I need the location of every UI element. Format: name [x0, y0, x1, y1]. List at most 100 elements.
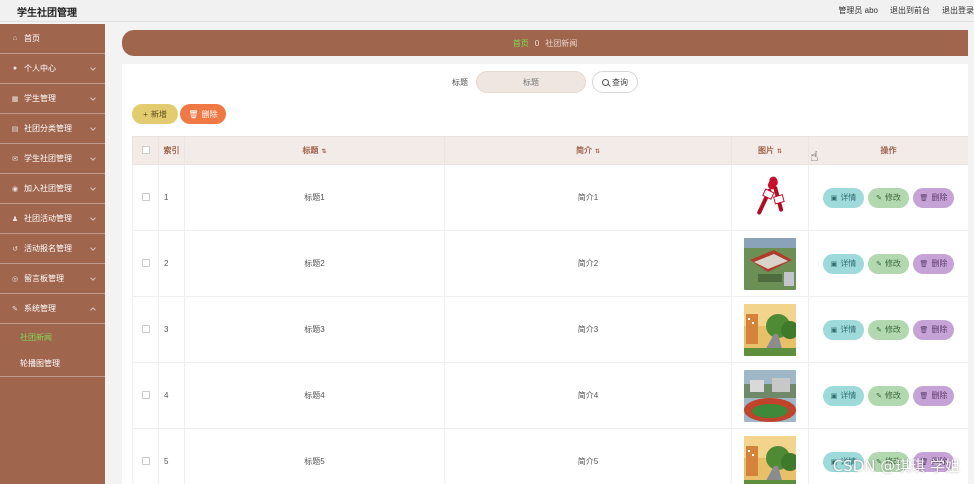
- sidebar-item-label: 社团活动管理: [24, 214, 72, 223]
- edit-icon: ✎: [876, 194, 882, 202]
- delete-button[interactable]: 🗑 删除: [913, 253, 954, 274]
- row-checkbox[interactable]: [141, 456, 150, 465]
- row-ops: ▣ 详情 ✎ 修改 🗑 删除: [808, 296, 968, 363]
- data-table: 索引 标题 ⇅ 简介 ⇅ 图片 ⇅ 操作 1 标题1 简介1 ▣ 详情 ✎ 修改 🗑 删除 2 标题2 简介…: [132, 136, 968, 484]
- edit-button[interactable]: ✎ 修改: [868, 253, 909, 274]
- chevron-down-icon: [90, 155, 96, 161]
- detail-button[interactable]: ▣ 详情: [823, 187, 864, 208]
- row-checkbox[interactable]: [141, 192, 150, 201]
- delete-button[interactable]: 🗑 删除: [913, 187, 954, 208]
- row-ops: ▣ 详情 ✎ 修改 🗑 删除: [808, 230, 968, 297]
- sidebar-item-message-board[interactable]: ◎ 留言板管理: [0, 264, 105, 294]
- edit-icon: ✎: [876, 260, 882, 268]
- row-title: 标题2: [184, 230, 445, 297]
- sidebar-item-label: 学生管理: [24, 94, 56, 103]
- sidebar-item-label: 社团分类管理: [24, 124, 72, 133]
- chevron-down-icon: [90, 245, 96, 251]
- row-intro: 简介2: [444, 230, 732, 297]
- search-button[interactable]: 查询: [592, 71, 638, 93]
- chevron-down-icon: [90, 185, 96, 191]
- sidebar-item-label: 学生社团管理: [24, 154, 72, 163]
- breadcrumb-current: 社团新闻: [545, 38, 578, 48]
- search-input[interactable]: [476, 71, 586, 93]
- header-image[interactable]: 图片 ⇅: [731, 136, 809, 165]
- chevron-up-icon: [90, 307, 96, 313]
- row-ops: ▣ 详情 ✎ 修改 🗑 删除: [808, 164, 968, 231]
- delete-button[interactable]: 🗑 删除: [913, 319, 954, 340]
- edit-button[interactable]: ✎ 修改: [868, 385, 909, 406]
- thumbnail-image: [744, 237, 796, 290]
- sidebar-subitem-carousel[interactable]: 轮播图管理: [0, 350, 105, 376]
- row-image: [731, 296, 809, 363]
- detail-icon: ▣: [830, 260, 838, 268]
- edit-icon: ✎: [876, 392, 882, 400]
- row-checkbox-cell: [132, 164, 159, 231]
- sidebar-item-join-club[interactable]: ◉ 加入社团管理: [0, 174, 105, 204]
- system-submenu: 社团新闻 轮播图管理: [0, 324, 105, 377]
- sidebar-item-student-clubs[interactable]: ✉ 学生社团管理: [0, 144, 105, 174]
- table-header-row: 索引 标题 ⇅ 简介 ⇅ 图片 ⇅ 操作: [132, 136, 968, 165]
- add-button[interactable]: + 新增: [132, 104, 178, 124]
- admin-label: 管理员 abo: [838, 6, 878, 15]
- sidebar-item-profile[interactable]: ● 个人中心: [0, 54, 105, 84]
- batch-delete-button[interactable]: 🗑 删除: [180, 104, 226, 124]
- back-to-front-link[interactable]: 退出到前台: [890, 5, 930, 16]
- user-icon: ●: [12, 65, 18, 72]
- sidebar-item-home[interactable]: ⌂ 首页: [0, 24, 105, 54]
- sidebar-item-activity-signup[interactable]: ↺ 活动报名管理: [0, 234, 105, 264]
- edit-button[interactable]: ✎ 修改: [868, 187, 909, 208]
- sidebar-subitem-club-news[interactable]: 社团新闻: [0, 324, 105, 350]
- message-icon: ◎: [11, 275, 19, 283]
- detail-button[interactable]: ▣ 详情: [823, 319, 864, 340]
- delete-button[interactable]: 🗑 删除: [913, 385, 954, 406]
- detail-icon: ▣: [830, 194, 838, 202]
- chevron-down-icon: [90, 65, 96, 71]
- main-area: 首页 0 社团新闻 标题 查询 + 新增 🗑 删除: [122, 30, 968, 484]
- header-intro[interactable]: 简介 ⇅: [444, 136, 732, 165]
- table-row: 3 标题3 简介3 ▣ 详情 ✎ 修改 🗑 删除: [132, 296, 968, 363]
- row-index: 5: [158, 428, 185, 484]
- row-image: [731, 362, 809, 429]
- trash-icon: 🗑: [188, 109, 199, 119]
- batch-delete-label: 删除: [201, 109, 218, 119]
- row-index: 1: [158, 164, 185, 231]
- trash-icon: 🗑: [919, 392, 929, 400]
- row-checkbox-cell: [132, 230, 159, 297]
- breadcrumb-home[interactable]: 首页: [513, 38, 529, 49]
- search-button-label: 查询: [612, 77, 628, 87]
- sidebar-item-club-category[interactable]: ▤ 社团分类管理: [0, 114, 105, 144]
- row-title: 标题5: [184, 428, 445, 484]
- row-ops: ▣ 详情 ✎ 修改 🗑 删除: [808, 362, 968, 429]
- row-index: 3: [158, 296, 185, 363]
- edit-button[interactable]: ✎ 修改: [868, 319, 909, 340]
- breadcrumb: 首页 0 社团新闻: [122, 30, 968, 56]
- detail-button[interactable]: ▣ 详情: [823, 253, 864, 274]
- sidebar-item-label: 系统管理: [24, 304, 56, 313]
- row-image: [731, 428, 809, 484]
- sidebar-item-students[interactable]: ▦ 学生管理: [0, 84, 105, 114]
- sidebar-item-system[interactable]: ✎ 系统管理: [0, 294, 105, 324]
- top-bar: 学生社团管理 管理员 abo 退出到前台 退出登录: [0, 0, 974, 22]
- logout-link[interactable]: 退出登录: [942, 5, 974, 16]
- table-body: 1 标题1 简介1 ▣ 详情 ✎ 修改 🗑 删除 2 标题2 简介2 ▣ 详情 ✎ 修改 🗑 删除 3 标题3 简介3 ▣…: [132, 164, 968, 484]
- row-intro: 简介1: [444, 164, 732, 231]
- search-icon: [602, 78, 609, 86]
- trash-icon: 🗑: [919, 260, 929, 268]
- action-row: + 新增 🗑 删除: [132, 104, 226, 124]
- club-icon: ✉: [12, 155, 18, 163]
- row-index: 2: [158, 230, 185, 297]
- chevron-down-icon: [90, 125, 96, 131]
- header-title[interactable]: 标题 ⇅: [184, 136, 445, 165]
- home-icon: ⌂: [12, 35, 18, 42]
- row-checkbox[interactable]: [141, 324, 150, 333]
- sidebar-item-club-activities[interactable]: ♟ 社团活动管理: [0, 204, 105, 234]
- select-all-checkbox[interactable]: [141, 145, 150, 154]
- detail-button[interactable]: ▣ 详情: [823, 385, 864, 406]
- row-checkbox-cell: [132, 296, 159, 363]
- header-index: 索引: [158, 136, 185, 165]
- header-image-label: 图片: [757, 146, 774, 155]
- row-checkbox[interactable]: [141, 390, 150, 399]
- signup-icon: ↺: [12, 245, 18, 253]
- sort-icon: ⇅: [321, 149, 327, 155]
- row-checkbox[interactable]: [141, 258, 150, 267]
